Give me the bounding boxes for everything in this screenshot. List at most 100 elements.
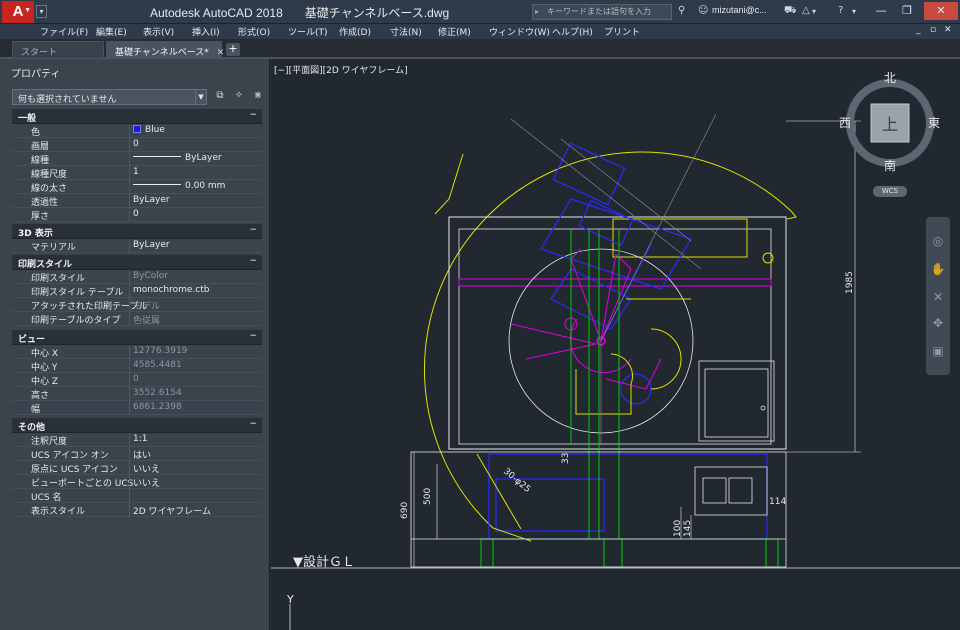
property-row[interactable]: 中心 X 12776.3919: [12, 345, 262, 359]
property-value[interactable]: 2D ワイヤフレーム: [133, 504, 211, 517]
property-row[interactable]: 透過性 ByLayer: [12, 194, 262, 208]
property-row[interactable]: 画層 0: [12, 138, 262, 152]
property-row[interactable]: 線種 ByLayer: [12, 152, 262, 166]
property-row[interactable]: 表示スタイル 2D ワイヤフレーム: [12, 503, 262, 517]
collapse-icon[interactable]: −: [249, 256, 257, 266]
menu-help[interactable]: ヘルプ(H): [552, 25, 593, 38]
app-logo: A: [12, 3, 24, 20]
yellow-arc-end: [786, 210, 797, 220]
application-menu-button[interactable]: A ▼: [2, 1, 34, 23]
property-value[interactable]: いいえ: [133, 476, 160, 489]
property-value[interactable]: Blue: [133, 125, 165, 135]
menu-tools[interactable]: ツール(T): [288, 25, 328, 38]
section-3d-visualization[interactable]: 3D 表示 −: [12, 224, 262, 239]
property-row[interactable]: 厚さ 0: [12, 208, 262, 222]
property-row[interactable]: 線の太さ 0.00 mm: [12, 180, 262, 194]
property-row[interactable]: 印刷スタイル テーブル monochrome.ctb: [12, 284, 262, 298]
viewcube[interactable]: 上 北 南 東 西: [830, 61, 950, 186]
property-row[interactable]: 中心 Z 0: [12, 373, 262, 387]
quick-access-dropdown-icon[interactable]: ▾: [36, 5, 47, 18]
property-value[interactable]: はい: [133, 448, 151, 461]
quick-select-icon[interactable]: ⋇: [251, 90, 265, 104]
dim-690: 690: [400, 502, 410, 519]
property-row[interactable]: 色 Blue: [12, 124, 262, 138]
section-misc[interactable]: その他 −: [12, 418, 262, 433]
mdi-minimize-button[interactable]: _: [916, 25, 921, 35]
tab-drawing[interactable]: 基礎チャンネルベース* ✕: [106, 41, 225, 58]
property-row[interactable]: 高さ 3552.6154: [12, 387, 262, 401]
maximize-button[interactable]: ❐: [896, 2, 918, 20]
property-row[interactable]: 線種尺度 1: [12, 166, 262, 180]
menu-window[interactable]: ウィンドウ(W): [489, 25, 550, 38]
orbit-icon[interactable]: ✥: [930, 315, 946, 331]
window-title: Autodesk AutoCAD 2018 基礎チャンネルベース.dwg: [150, 4, 471, 21]
property-row[interactable]: 印刷スタイル ByColor: [12, 270, 262, 284]
property-row[interactable]: 印刷テーブルのタイプ 色従属: [12, 312, 262, 326]
property-name: 印刷スタイル テーブル: [31, 288, 124, 298]
toggle-pickadd-icon[interactable]: ⧉: [213, 90, 227, 104]
binoculars-icon[interactable]: ⚲: [678, 5, 685, 16]
help-icon[interactable]: ?: [838, 5, 843, 16]
menu-view[interactable]: 表示(V): [143, 25, 174, 38]
user-account[interactable]: mizutani@c...: [712, 5, 767, 15]
minimize-button[interactable]: —: [870, 2, 892, 20]
new-tab-button[interactable]: +: [226, 43, 240, 56]
close-icon[interactable]: ✕: [217, 48, 225, 58]
property-value[interactable]: ByLayer: [133, 153, 222, 163]
menu-file[interactable]: ファイル(F): [40, 25, 88, 38]
collapse-icon[interactable]: −: [249, 331, 257, 341]
property-row[interactable]: 原点に UCS アイコン いいえ: [12, 461, 262, 475]
selection-dropdown[interactable]: 何も選択されていません ▼: [12, 89, 207, 105]
drawing-viewport[interactable]: [−][平面図][2D ワイヤフレーム] 1985 690 500 33 114…: [271, 59, 960, 630]
chevron-down-icon[interactable]: ▾: [812, 7, 816, 16]
property-row[interactable]: マテリアル ByLayer: [12, 239, 262, 253]
property-row[interactable]: アタッチされた印刷テーブル モデル: [12, 298, 262, 312]
tab-start[interactable]: スタート: [12, 41, 104, 58]
property-value[interactable]: 1:1: [133, 434, 147, 444]
menu-draw[interactable]: 作成(D): [339, 25, 371, 38]
property-value[interactable]: monochrome.ctb: [133, 285, 210, 295]
cart-icon[interactable]: ⛟: [784, 5, 797, 18]
menu-edit[interactable]: 編集(E): [96, 25, 127, 38]
showmotion-icon[interactable]: ▣: [930, 343, 946, 359]
section-general[interactable]: 一般 −: [12, 109, 262, 124]
collapse-icon[interactable]: −: [249, 225, 257, 235]
pan-icon[interactable]: ✋: [930, 261, 946, 277]
collapse-icon[interactable]: −: [249, 419, 257, 429]
mdi-close-button[interactable]: ✕: [944, 25, 952, 35]
property-row[interactable]: 幅 6861.2398: [12, 401, 262, 415]
menu-format[interactable]: 形式(O): [238, 25, 270, 38]
ucs-menu-button[interactable]: WCS: [873, 186, 907, 197]
search-input[interactable]: ▸ キーワードまたは語句を入力: [532, 4, 672, 20]
property-value[interactable]: 1: [133, 167, 139, 177]
property-value[interactable]: いいえ: [133, 462, 160, 475]
a360-icon[interactable]: △: [802, 5, 810, 16]
search-placeholder: キーワードまたは語句を入力: [547, 7, 651, 16]
mdi-restore-button[interactable]: ▫: [930, 25, 936, 35]
property-value[interactable]: ByLayer: [133, 195, 170, 205]
property-row[interactable]: UCS アイコン オン はい: [12, 447, 262, 461]
help-dropdown-icon[interactable]: ▾: [852, 7, 856, 16]
menu-insert[interactable]: 挿入(I): [192, 25, 220, 38]
property-row[interactable]: 注釈尺度 1:1: [12, 433, 262, 447]
property-value[interactable]: 0.00 mm: [133, 181, 225, 191]
property-value[interactable]: 0: [133, 139, 139, 149]
property-name: 表示スタイル: [31, 507, 86, 517]
property-row[interactable]: ビューポートごとの UCS いいえ: [12, 475, 262, 489]
section-plot-style[interactable]: 印刷スタイル −: [12, 255, 262, 270]
property-row[interactable]: UCS 名: [12, 489, 262, 503]
menu-dimension[interactable]: 寸法(N): [390, 25, 422, 38]
compass-west: 西: [839, 116, 851, 130]
collapse-icon[interactable]: −: [249, 110, 257, 120]
steering-wheel-icon[interactable]: ◎: [930, 233, 946, 249]
close-button[interactable]: ✕: [924, 2, 958, 20]
property-row[interactable]: 中心 Y 4585.4481: [12, 359, 262, 373]
property-value[interactable]: 0: [133, 209, 139, 219]
user-icon[interactable]: ☺: [698, 5, 708, 16]
section-view[interactable]: ビュー −: [12, 330, 262, 345]
property-value[interactable]: ByLayer: [133, 240, 170, 250]
zoom-extents-icon[interactable]: ✕: [930, 289, 946, 305]
select-objects-icon[interactable]: ✧: [232, 90, 246, 104]
menu-print[interactable]: プリント: [604, 25, 640, 38]
menu-modify[interactable]: 修正(M): [438, 25, 471, 38]
